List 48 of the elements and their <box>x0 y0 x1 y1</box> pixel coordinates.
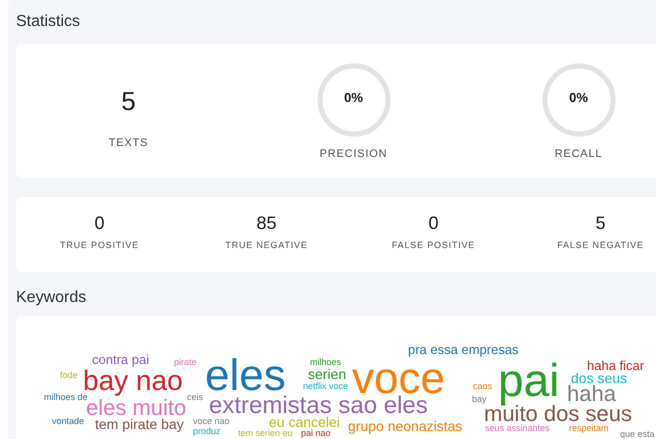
keyword: muito dos seus <box>484 404 632 424</box>
keyword: grupo neonazistas <box>348 420 462 432</box>
count-value: 85 <box>256 213 277 234</box>
keyword: eles muito <box>86 398 186 418</box>
keyword: eu cancelei <box>269 416 340 428</box>
section-title: Keywords <box>15 289 88 308</box>
count-value: 0 <box>428 213 438 234</box>
keyword: pai <box>498 359 560 403</box>
stat-label: TEXTS <box>108 137 148 149</box>
keyword: pirate <box>174 358 197 366</box>
count-label: TRUE NEGATIVE <box>225 240 308 250</box>
keyword: vontade <box>52 416 84 426</box>
keyword: fode <box>60 370 78 380</box>
count-value: 0 <box>94 213 104 234</box>
keyword: netflix voce <box>303 382 348 390</box>
count-label: FALSE NEGATIVE <box>557 240 644 250</box>
keyword: voce nao <box>193 416 230 426</box>
keyword: haha ficar <box>587 360 644 372</box>
stat-value: 5 <box>121 86 136 118</box>
keyword: bay nao <box>83 368 183 394</box>
stat-value: 0% <box>568 90 589 105</box>
keyword: ceis <box>187 392 204 402</box>
count-label: TRUE POSITIVE <box>60 240 139 250</box>
keyword: pra essa empresas <box>408 344 519 356</box>
keyword: pai nao <box>301 428 331 438</box>
keyword: respeitam <box>569 424 609 432</box>
count-value: 5 <box>595 213 606 234</box>
keyword: milhoes de <box>44 392 88 402</box>
keyword: milhoes <box>310 358 342 366</box>
keyword: tem pirate bay <box>95 418 184 430</box>
keyword: que esta <box>620 430 655 438</box>
keyword: produz <box>193 426 221 436</box>
keyword: extremistas sao eles <box>209 395 428 417</box>
keyword: seus assinantes <box>485 424 550 432</box>
count-label: FALSE POSITIVE <box>392 240 476 250</box>
keyword: dos seus <box>571 372 628 384</box>
keyword: haha <box>567 384 616 404</box>
keyword: voce <box>352 362 445 394</box>
section-title: Statistics <box>15 13 82 32</box>
keyword: caos <box>473 382 492 390</box>
stat-label: RECALL <box>554 148 602 160</box>
stat-label: PRECISION <box>320 148 388 160</box>
keyword: contra pai <box>92 354 150 366</box>
keyword: serien <box>308 368 346 380</box>
keyword: eles <box>205 358 286 392</box>
stat-value: 0% <box>343 90 364 105</box>
keyword: bay <box>472 394 487 404</box>
keyword: tem serien eu <box>238 428 293 438</box>
